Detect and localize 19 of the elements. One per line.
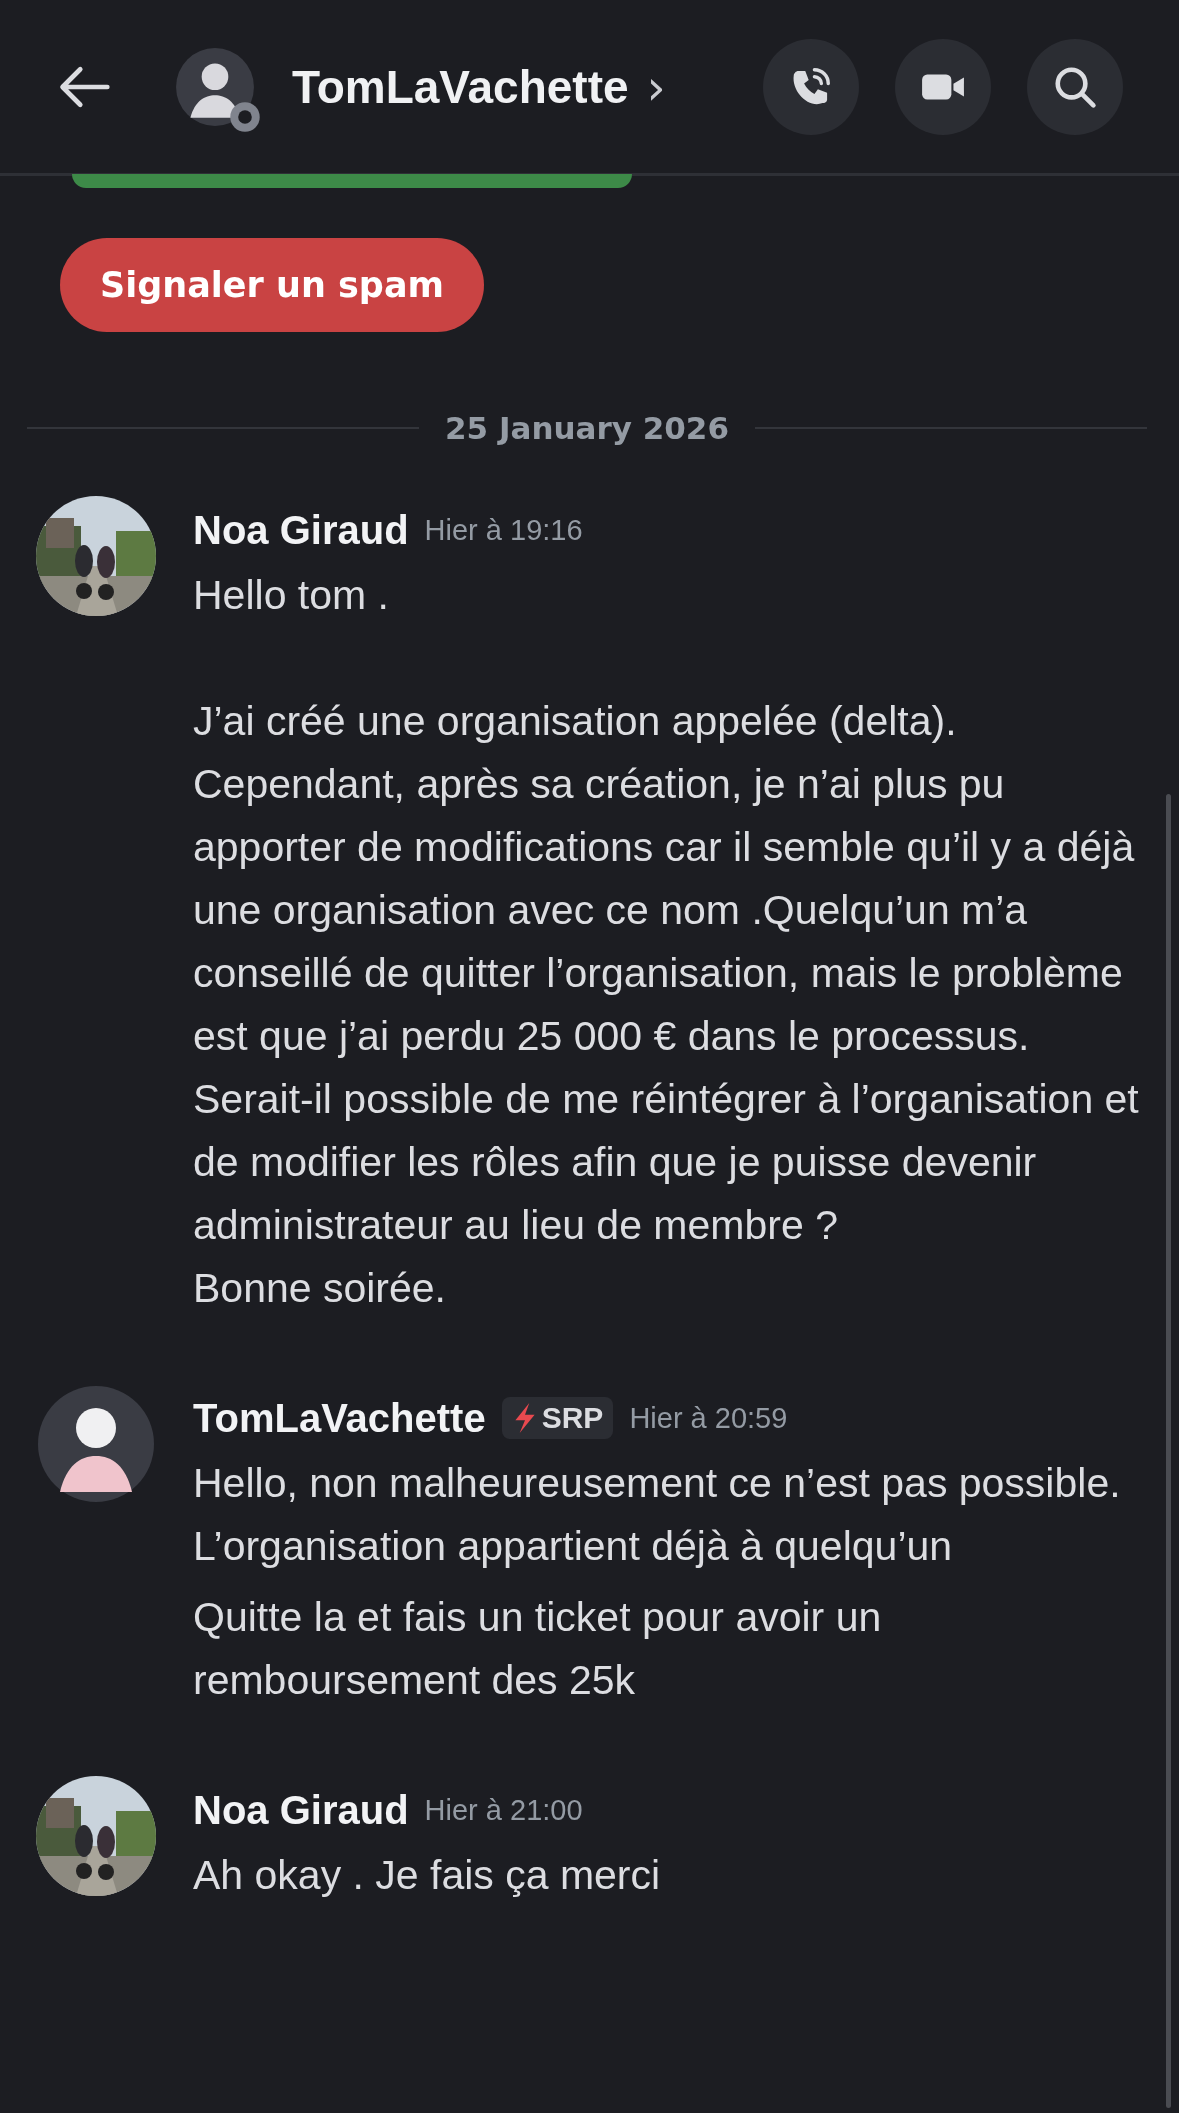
chevron[interactable]: › [646,58,666,115]
message-text: Hello tom . J’ai créé une organisation appelée (delta). Cependant, après sa création, je n’ai plus pu apporter de modifications car il semble qu’il y a déjà une organisation avec ce nom .Quelqu’un m’a conseillé de quitter l’organisation, mais le problème est que j’ai perdu 25 000 € dans le processus. Serait-il possible de me réintégrer à l’organisation et de modifier les rôles afin que je puisse devenir administrateur au lieu de membre ? Bonne soirée. [193,571,1139,1313]
report-spam-button[interactable]: Signaler un spam [60,238,484,332]
avatar-icon[interactable] [36,1384,156,1504]
date-divider: 25 January 2026 [445,410,729,446]
author-name[interactable]: Noa Giraud [193,507,409,553]
timestamp: Hier à 20:59 [629,1401,788,1435]
message-text: Hello, non malheureusement ce n’est pas possible. L’organisation appartient déjà à quelqu’un [193,1459,1122,1571]
role-name: SRP [541,1401,604,1435]
scrollbar[interactable] [1166,794,1171,2108]
timestamp: Hier à 21:00 [424,1793,583,1827]
author-name[interactable]: TomLaVachette [193,1395,486,1441]
avatar-icon[interactable] [174,45,256,128]
author-name[interactable]: Noa Giraud [193,1787,409,1833]
message-text: Quitte la et fais un ticket pour avoir un remboursement des 25k [193,1593,883,1705]
message-text: Ah okay . Je fais ça merci [193,1851,662,1900]
channel-title[interactable]: TomLaVachette [292,59,629,114]
role-tag[interactable]: SRP [501,1397,614,1439]
timestamp: Hier à 19:16 [424,513,583,547]
